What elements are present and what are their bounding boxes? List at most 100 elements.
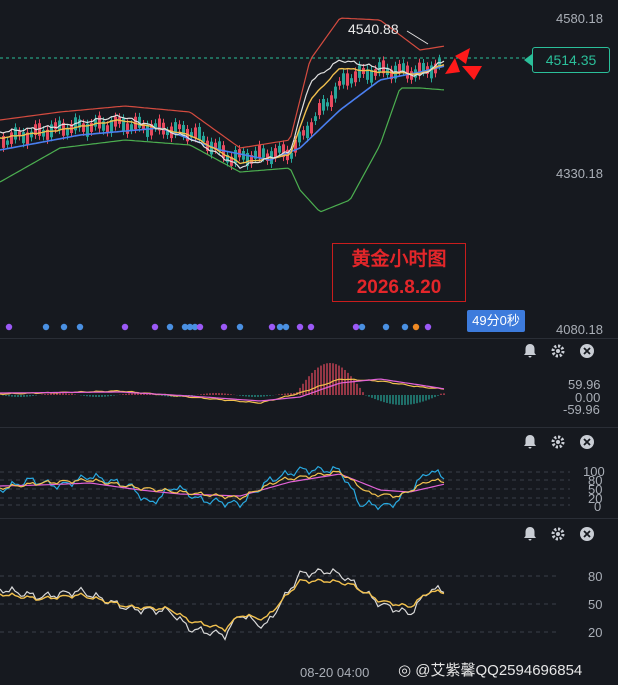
candle	[18, 127, 21, 141]
candle	[314, 112, 317, 125]
candle	[338, 77, 341, 90]
candle	[110, 116, 113, 137]
signal-dot	[401, 323, 409, 331]
note-date: 2026.8.20	[356, 277, 442, 298]
gear-icon[interactable]	[550, 343, 566, 359]
bell-icon[interactable]	[522, 526, 538, 542]
candle	[406, 61, 409, 83]
signal-dot	[196, 323, 204, 331]
current-price-tag: 4514.35	[524, 47, 610, 73]
high-price-label: 4540.88	[348, 21, 399, 37]
price-label-top: 4580.18	[556, 11, 603, 26]
candle	[78, 115, 81, 132]
candle	[378, 58, 381, 77]
candle	[6, 136, 9, 149]
candle	[322, 95, 325, 115]
signal-dot	[296, 323, 304, 331]
kdj-pane[interactable]: 100 80 50 20 0	[0, 428, 618, 518]
watermark: ◎ @艾紫馨QQ2594696854	[398, 659, 582, 680]
macd-pane[interactable]: 59.96 0.00 -59.96	[0, 339, 618, 427]
red-arrow-icons	[445, 48, 482, 80]
signal-dot	[121, 323, 129, 331]
candle	[30, 127, 33, 142]
signal-dot	[282, 323, 290, 331]
close-icon[interactable]	[579, 343, 595, 359]
signal-dot	[412, 323, 420, 331]
arrow-up-icon	[455, 48, 470, 64]
rsi-label-80: 80	[588, 569, 603, 584]
rsi-label-50: 50	[588, 597, 603, 612]
candle	[274, 144, 277, 163]
candle	[302, 126, 305, 140]
candle	[318, 99, 321, 120]
chart-note-box: 黄金小时图 2026.8.20	[332, 243, 466, 302]
candle	[26, 128, 29, 149]
rsi-label-20: 20	[588, 625, 603, 640]
candle	[342, 69, 345, 89]
candle	[282, 140, 285, 162]
signal-dot	[307, 323, 315, 331]
candle	[14, 123, 17, 144]
price-label-mid: 4330.18	[556, 166, 603, 181]
weibo-icon: ◎	[398, 662, 412, 679]
candle	[10, 128, 13, 148]
bell-icon[interactable]	[522, 434, 538, 450]
signal-dot	[5, 323, 13, 331]
close-icon[interactable]	[579, 434, 595, 450]
arrow-down-icon	[462, 66, 482, 80]
signal-dot	[352, 323, 360, 331]
candle	[166, 126, 169, 140]
candle	[334, 82, 337, 103]
candle	[142, 120, 145, 134]
candle	[194, 123, 197, 143]
signal-dot	[424, 323, 432, 331]
kdj-label-0: 0	[594, 499, 602, 514]
candle	[178, 120, 181, 134]
signal-dot	[76, 323, 84, 331]
signal-dot	[42, 323, 50, 331]
candle	[370, 65, 373, 87]
kdj-d-line	[0, 473, 445, 497]
candle	[390, 65, 393, 84]
signal-dots	[5, 323, 432, 331]
main-chart-canvas[interactable]	[0, 0, 618, 338]
candle	[350, 74, 353, 88]
candle	[250, 151, 253, 168]
watermark-text: @艾紫馨QQ2594696854	[415, 662, 583, 679]
candle	[98, 111, 101, 133]
signal-dot	[268, 323, 276, 331]
signal-dot	[166, 323, 174, 331]
note-title: 黄金小时图	[351, 249, 447, 270]
candle	[246, 148, 249, 170]
main-chart-pane[interactable]: 4580.18 4330.18 4080.18 4514.35 4540.88 …	[0, 0, 618, 338]
candle	[310, 118, 313, 138]
signal-dot	[358, 323, 366, 331]
rsi-pane[interactable]: 80 50 20	[0, 519, 618, 659]
candle	[154, 119, 157, 132]
candle	[330, 91, 333, 111]
time-axis-label: 08-20 04:00	[300, 665, 370, 680]
candle	[366, 65, 369, 84]
macd-label-lower: -59.96	[563, 402, 600, 417]
gear-icon[interactable]	[550, 434, 566, 450]
candle	[346, 69, 349, 90]
kdj-j-line	[0, 465, 445, 511]
candle	[418, 58, 421, 80]
signal-dot	[382, 323, 390, 331]
candle	[430, 61, 433, 83]
price-label-bottom: 4080.18	[556, 322, 603, 337]
candle	[382, 56, 385, 78]
signal-dot	[60, 323, 68, 331]
candle	[150, 120, 153, 140]
gear-icon[interactable]	[550, 526, 566, 542]
candle	[106, 121, 109, 137]
signal-dot	[236, 323, 244, 331]
signal-dot	[220, 323, 228, 331]
candle	[158, 114, 161, 135]
close-icon[interactable]	[579, 526, 595, 542]
candle	[326, 98, 329, 111]
signal-dot	[276, 323, 284, 331]
arrow-down-icon	[445, 58, 460, 74]
signal-dot	[151, 323, 159, 331]
bell-icon[interactable]	[522, 343, 538, 359]
